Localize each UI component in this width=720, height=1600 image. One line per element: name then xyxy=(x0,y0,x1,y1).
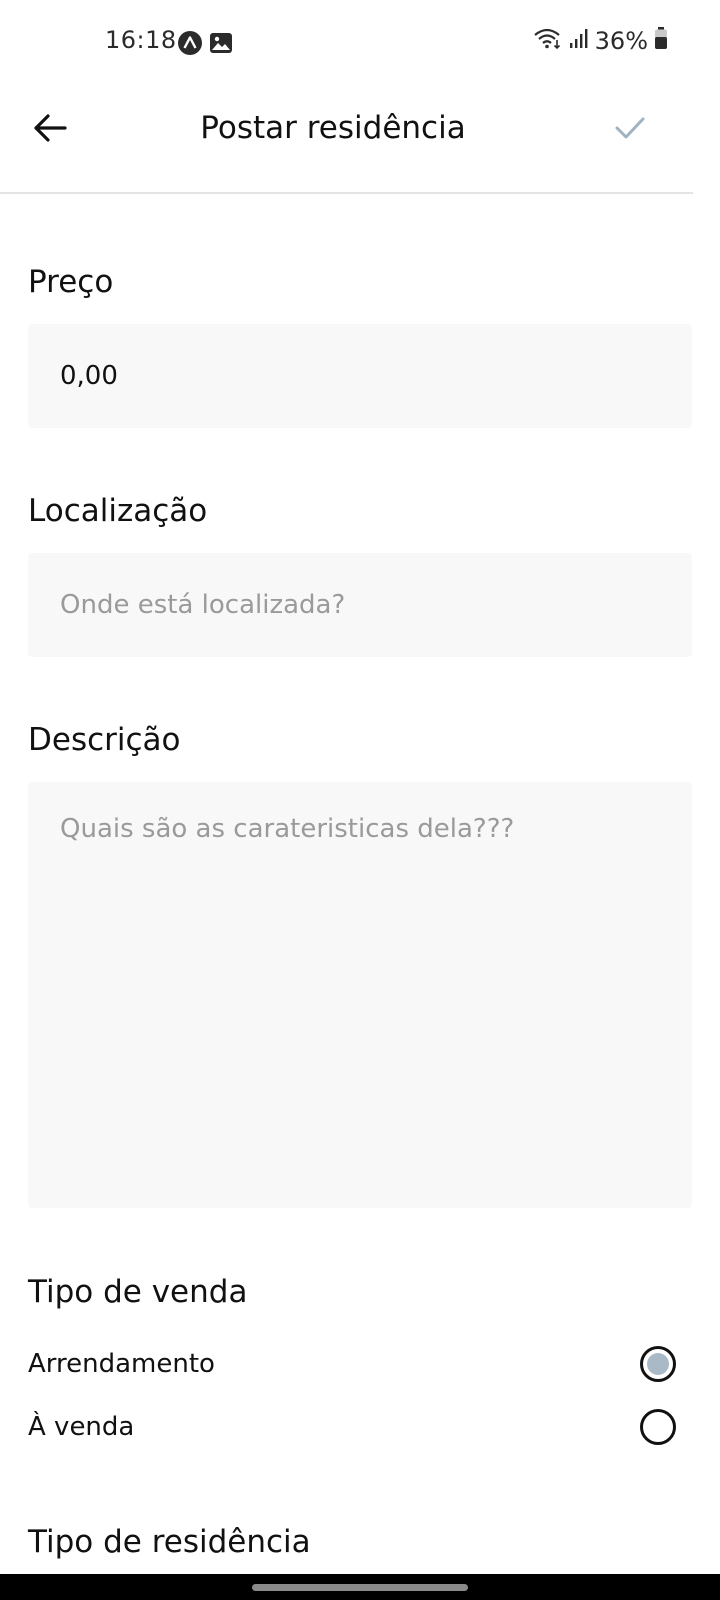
location-placeholder: Onde está localizada? xyxy=(60,590,346,620)
status-bar: 16:18 36% xyxy=(0,0,720,88)
check-icon xyxy=(614,115,646,145)
wifi-icon xyxy=(533,26,563,56)
radio-button-selected[interactable] xyxy=(640,1346,676,1382)
battery-text: 36% xyxy=(594,27,648,55)
description-label: Descrição xyxy=(28,722,181,758)
status-time: 16:18 xyxy=(105,26,177,54)
page-title: Postar residência xyxy=(200,110,466,146)
price-value: 0,00 xyxy=(60,361,118,391)
radio-dot xyxy=(647,1353,669,1375)
price-input[interactable]: 0,00 xyxy=(28,324,692,428)
system-nav-bar xyxy=(0,1574,720,1600)
radio-label: À venda xyxy=(28,1412,135,1442)
app-a-icon xyxy=(178,31,202,55)
description-textarea[interactable]: Quais são as carateristicas dela??? xyxy=(28,782,692,1208)
confirm-button[interactable] xyxy=(610,110,650,150)
residence-type-label: Tipo de residência xyxy=(28,1524,311,1560)
description-placeholder: Quais são as carateristicas dela??? xyxy=(60,814,515,844)
radio-button[interactable] xyxy=(640,1409,676,1445)
sale-type-label: Tipo de venda xyxy=(28,1274,248,1310)
radio-option-arrendamento[interactable]: Arrendamento xyxy=(28,1338,692,1390)
radio-option-a-venda[interactable]: À venda xyxy=(28,1401,692,1453)
home-handle[interactable] xyxy=(252,1584,468,1591)
location-label: Localização xyxy=(28,493,208,529)
app-bar: Postar residência xyxy=(0,88,693,194)
battery-icon xyxy=(654,26,668,56)
location-input[interactable]: Onde está localizada? xyxy=(28,553,692,657)
radio-label: Arrendamento xyxy=(28,1349,215,1379)
price-label: Preço xyxy=(28,264,114,300)
signal-icon xyxy=(569,26,589,56)
status-indicators: 36% xyxy=(533,26,668,56)
image-icon xyxy=(209,31,233,55)
